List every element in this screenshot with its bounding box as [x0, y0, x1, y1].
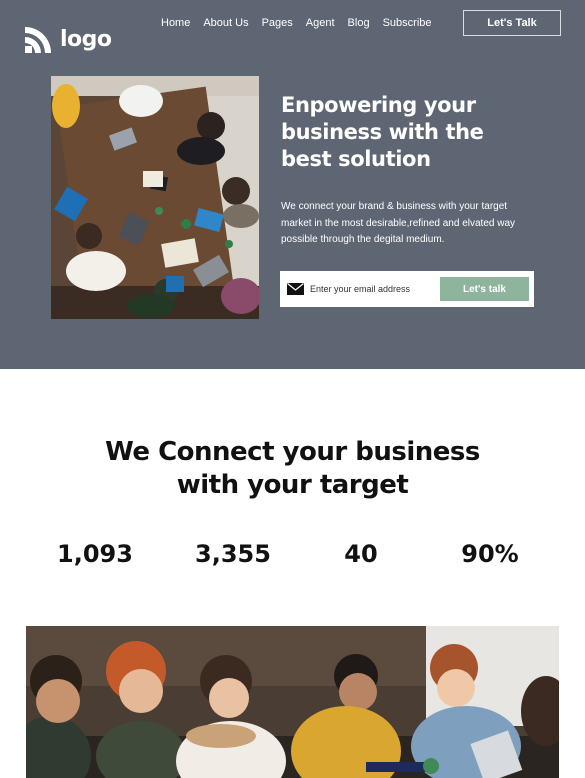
stat-value: 90% [461, 540, 519, 568]
hero-description-line: possible through the degital medium. [281, 234, 445, 245]
team-image [26, 626, 559, 778]
section-title: We Connect your business with your targe… [0, 436, 585, 502]
nav-item-home[interactable]: Home [161, 16, 190, 30]
nav-item-subscribe[interactable]: Subscribe [383, 16, 432, 30]
hero-description-line: market in the most desirable,refined and… [281, 217, 516, 229]
email-signup-form: Let's talk [280, 271, 534, 307]
stat-value: 1,093 [57, 540, 133, 568]
hero-description-line: We connect your brand & business with yo… [281, 201, 508, 212]
office-meeting-photo [51, 76, 259, 319]
hero-title-line: business with the [281, 120, 484, 144]
hero-title-line: best solution [281, 147, 431, 171]
hero-image [51, 76, 259, 319]
site-logo[interactable]: logo [24, 24, 112, 54]
nav-item-agent[interactable]: Agent [306, 16, 335, 30]
stat-value: 3,355 [195, 540, 271, 568]
hero-title: Enpowering your business with the best s… [281, 92, 541, 173]
logo-text: logo [60, 26, 112, 52]
lets-talk-submit-button[interactable]: Let's talk [440, 277, 529, 301]
stat-value: 40 [344, 540, 378, 568]
main-nav: Home About Us Pages Agent Blog Subscribe [161, 16, 445, 30]
nav-item-pages[interactable]: Pages [262, 16, 293, 30]
hero-section: logo Home About Us Pages Agent Blog Subs… [0, 0, 585, 369]
email-input[interactable] [310, 279, 438, 299]
section-title-line: We Connect your business [105, 437, 480, 467]
hero-title-line: Enpowering your [281, 93, 476, 117]
lets-talk-button[interactable]: Let's Talk [463, 10, 561, 36]
nav-item-about-us[interactable]: About Us [203, 16, 248, 30]
team-meeting-photo [26, 626, 559, 778]
envelope-icon [287, 283, 304, 295]
hero-description: We connect your brand & business with yo… [281, 199, 543, 249]
logo-stripes-icon [25, 27, 51, 53]
section-title-line: with your target [176, 470, 409, 500]
nav-item-blog[interactable]: Blog [348, 16, 370, 30]
